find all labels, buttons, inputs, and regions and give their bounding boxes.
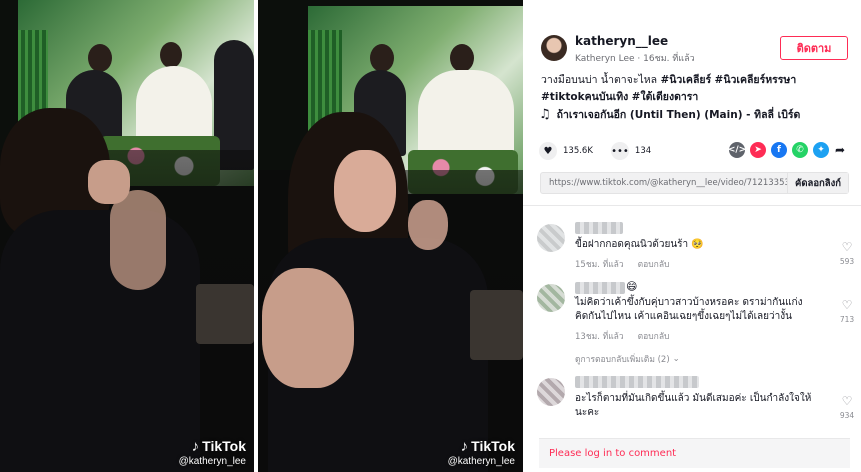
caption-text: วางมือบนบ่า น้ำตาจะไหล: [541, 74, 658, 86]
bride-head: [450, 44, 474, 72]
whatsapp-icon[interactable]: ✆: [792, 142, 808, 158]
comment-item: 😄 ไม่คิดว่าเค้าขึ้งกับคุ่บาวสาวบ้างหรอคะ…: [537, 280, 857, 348]
send-icon[interactable]: ➤: [750, 142, 766, 158]
hashtag-link[interactable]: #tiktokคนบันเทิง: [541, 91, 628, 103]
woman-body: [0, 210, 200, 472]
background-guest: [408, 200, 448, 250]
facebook-icon[interactable]: f: [771, 142, 787, 158]
table-decor: [196, 284, 254, 344]
tiktok-logo-icon: ♪: [460, 437, 469, 455]
comment-like[interactable]: ♡ 593: [837, 236, 857, 266]
video-scene: [258, 0, 523, 472]
share-link-text[interactable]: https://www.tiktok.com/@katheryn__lee/vi…: [541, 178, 787, 188]
author-username[interactable]: katheryn__lee: [575, 34, 668, 48]
heart-outline-icon[interactable]: ♡: [842, 240, 853, 254]
comment-item: อะไรก็ตามที่มันเกิดขึ้นแล้ว มันดีเสมอค่ะ…: [537, 376, 857, 426]
follow-button[interactable]: ติดตาม: [780, 36, 848, 60]
woman-face: [334, 150, 396, 232]
twitter-icon[interactable]: ✦: [813, 142, 829, 158]
comment-time: 15ชม. ที่แล้ว: [575, 260, 624, 270]
commenter-avatar[interactable]: [537, 224, 565, 252]
comment-meta: 15ชม. ที่แล้ว ตอบกลับ: [575, 257, 669, 271]
login-to-comment[interactable]: Please log in to comment: [539, 438, 850, 468]
comment-like[interactable]: ♡ 934: [837, 390, 857, 420]
section-divider: [523, 205, 861, 206]
like-count: 135.6K: [563, 146, 593, 156]
music-note-icon: ♫: [539, 107, 551, 122]
comment-text: ไม่คิดว่าเค้าขึ้งกับคุ่บาวสาวบ้างหรอคะ ด…: [575, 297, 803, 322]
author-display-line: Katheryn Lee · 16ชม. ที่แล้ว: [575, 54, 695, 64]
watermark-brand: TikTok: [471, 438, 515, 454]
tiktok-watermark: ♪ TikTok @katheryn_lee: [448, 438, 515, 467]
comment-text: ขื้อฝากกอดคุณนิวด้วยนร้า 🥺: [575, 239, 704, 250]
tiktok-watermark: ♪ TikTok @katheryn_lee: [179, 438, 246, 467]
embed-icon[interactable]: </>: [728, 142, 746, 158]
comment-like[interactable]: ♡ 713: [837, 294, 857, 324]
commenter-name-blurred[interactable]: [575, 282, 625, 294]
chevron-down-icon: ⌄: [672, 354, 680, 364]
heart-icon[interactable]: ♥: [539, 142, 557, 160]
share-link-box: https://www.tiktok.com/@katheryn__lee/vi…: [540, 172, 849, 194]
hashtag-link[interactable]: #นิวเคลียร์หรรษา: [715, 74, 797, 86]
table-decor: [470, 290, 523, 360]
video-scene: [0, 0, 254, 472]
heart-outline-icon[interactable]: ♡: [842, 298, 853, 312]
view-more-replies[interactable]: ดูการตอบกลับเพิ่มเติม (2) ⌄: [575, 352, 680, 366]
groom-head: [370, 44, 394, 72]
video-info-panel: katheryn__lee Katheryn Lee · 16ชม. ที่แล…: [523, 0, 861, 472]
copy-link-button[interactable]: คัดลอกลิงก์: [786, 173, 848, 193]
heart-outline-icon[interactable]: ♡: [842, 394, 853, 408]
comment-count: 134: [634, 146, 652, 156]
view-more-replies-label: ดูการตอบกลับเพิ่มเติม (2): [575, 355, 670, 365]
tiktok-logo-icon: ♪: [191, 437, 200, 455]
share-buttons: </> ➤ f ✆ ✦ ➦: [728, 142, 846, 158]
reply-link[interactable]: ตอบกลับ: [638, 329, 670, 343]
comment-like-count: 713: [839, 315, 855, 324]
video-frame-right[interactable]: ♪ TikTok @katheryn_lee: [258, 0, 523, 472]
engagement-stats: ♥ 135.6K ••• 134: [539, 142, 669, 160]
bride-head: [160, 42, 182, 68]
comment-text: อะไรก็ตามที่มันเกิดขึ้นแล้ว มันดีเสมอค่ะ…: [575, 393, 812, 418]
video-frame-left[interactable]: ♪ TikTok @katheryn_lee: [0, 0, 254, 472]
groom-head: [88, 44, 112, 72]
commenter-name-blurred[interactable]: [575, 376, 699, 388]
comment-item: ขื้อฝากกอดคุณนิวด้วยนร้า 🥺 15ชม. ที่แล้ว…: [537, 222, 857, 272]
commenter-avatar[interactable]: [537, 284, 565, 312]
watermark-handle: @katheryn_lee: [178, 456, 246, 467]
comment-meta: 13ชม. ที่แล้ว ตอบกลับ: [575, 329, 669, 343]
hashtag-link[interactable]: #นิวเคลียร์: [660, 74, 711, 86]
comment-like-count: 593: [839, 257, 855, 266]
comment-time: 13ชม. ที่แล้ว: [575, 332, 624, 342]
share-arrow-icon[interactable]: ➦: [834, 142, 846, 158]
hashtag-link[interactable]: #ใต้เตียงดารา: [632, 91, 699, 103]
commenter-name-blurred[interactable]: [575, 222, 623, 234]
watermark-brand: TikTok: [202, 438, 246, 454]
commenter-name-emoji: 😄: [626, 280, 638, 293]
reply-link[interactable]: ตอบกลับ: [638, 257, 670, 271]
video-caption: วางมือบนบ่า น้ำตาจะไหล #นิวเคลียร์ #นิวเ…: [541, 72, 851, 106]
author-avatar[interactable]: [541, 35, 567, 61]
comment-like-count: 934: [839, 411, 855, 420]
arm-figure: [110, 190, 166, 290]
music-link[interactable]: ♫ ถ้าเราเจอกันอีก (Until Then) (Main) - …: [539, 106, 800, 123]
commenter-avatar[interactable]: [537, 378, 565, 406]
watermark-handle: @katheryn_lee: [447, 456, 515, 467]
comment-icon[interactable]: •••: [610, 142, 629, 160]
hand-on-shoulder: [262, 268, 354, 388]
music-title: ถ้าเราเจอกันอีก (Until Then) (Main) - ทิ…: [556, 109, 801, 121]
